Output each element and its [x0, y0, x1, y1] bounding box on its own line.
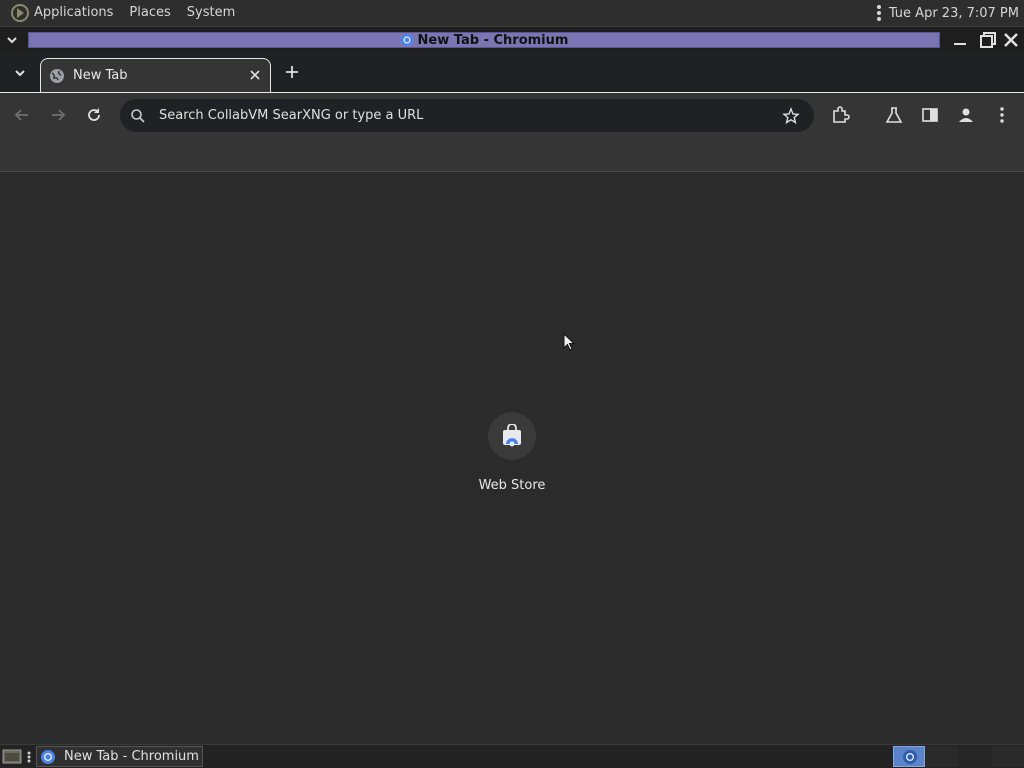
web-store-icon — [503, 424, 521, 447]
bookmarks-bar — [0, 138, 1024, 172]
forward-arrow-icon[interactable] — [48, 105, 68, 125]
new-tab-page: Web Store — [0, 172, 1024, 744]
back-arrow-icon[interactable] — [12, 105, 32, 125]
tab-strip: New Tab — [0, 52, 1024, 92]
labs-flask-icon[interactable] — [884, 105, 904, 125]
search-icon — [131, 108, 145, 123]
chromium-icon — [903, 750, 917, 764]
menu-kebab-icon[interactable] — [992, 105, 1012, 125]
chromium-icon — [41, 749, 55, 764]
distro-logo-icon[interactable] — [10, 3, 30, 23]
profile-icon[interactable] — [956, 105, 976, 125]
menu-system[interactable]: System — [187, 0, 235, 26]
menu-applications[interactable]: Applications — [34, 0, 113, 26]
close-tab-icon[interactable] — [248, 68, 262, 82]
extensions-puzzle-icon[interactable] — [830, 105, 850, 125]
task-label: New Tab - Chromium — [64, 749, 199, 764]
mouse-cursor-icon — [563, 333, 576, 351]
tab-label: New Tab — [73, 68, 128, 83]
panel-menu: Applications Places System — [0, 0, 251, 26]
window-title-strip[interactable]: New Tab - Chromium — [28, 32, 940, 48]
shortcut-icon-circle[interactable] — [488, 412, 536, 460]
omnibox-input[interactable] — [157, 107, 761, 124]
maximize-icon[interactable] — [979, 31, 997, 49]
close-window-icon[interactable] — [1002, 31, 1020, 49]
side-panel-icon[interactable] — [920, 105, 940, 125]
taskbar-handle-icon[interactable] — [27, 751, 31, 763]
bottom-panel: New Tab - Chromium — [0, 744, 1024, 768]
window-titlebar: New Tab - Chromium — [0, 26, 1024, 52]
shortcut-web-store[interactable]: Web Store — [462, 412, 562, 493]
tab-search-chevron-icon[interactable] — [12, 65, 28, 81]
new-tab-plus-icon[interactable] — [284, 64, 300, 80]
show-desktop-icon[interactable] — [2, 748, 22, 765]
window-title: New Tab - Chromium — [417, 32, 569, 48]
globe-icon — [50, 68, 64, 83]
reload-icon[interactable] — [84, 105, 104, 125]
panel-handle-icon[interactable] — [876, 5, 881, 21]
browser-toolbar — [0, 92, 1024, 138]
shortcut-label: Web Store — [478, 478, 546, 493]
workspace-2[interactable] — [926, 746, 958, 767]
workspace-4[interactable] — [992, 746, 1024, 767]
workspace-3[interactable] — [959, 746, 991, 767]
workspace-1[interactable] — [893, 746, 925, 767]
minimize-icon[interactable] — [951, 31, 969, 49]
bookmark-star-icon[interactable] — [782, 107, 800, 125]
menu-places[interactable]: Places — [129, 0, 170, 26]
clock[interactable]: Tue Apr 23, 7:07 PM — [889, 6, 1019, 21]
omnibox[interactable] — [120, 99, 814, 132]
tab-new-tab[interactable]: New Tab — [40, 58, 271, 92]
taskbar-task-chromium[interactable]: New Tab - Chromium — [36, 746, 203, 767]
window-menu-chevron-icon[interactable] — [3, 31, 21, 49]
panel-right: Tue Apr 23, 7:07 PM — [876, 0, 1019, 26]
top-panel: Applications Places System Tue Apr 23, 7… — [0, 0, 1024, 26]
chromium-icon — [400, 33, 413, 47]
